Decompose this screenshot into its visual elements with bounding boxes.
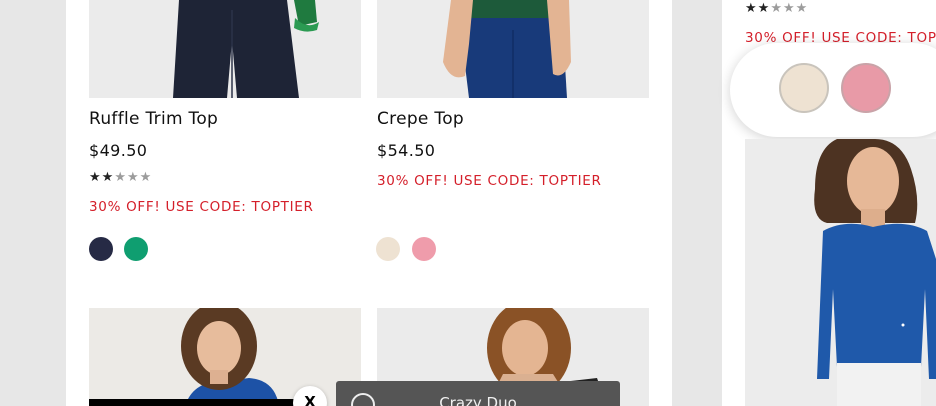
rating-stars: ★★★★★ [89, 170, 152, 185]
rating-stars-filled: ★★ [745, 1, 771, 16]
rating-stars-empty: ★★★ [114, 170, 153, 185]
rating-stars-empty: ★★★ [770, 1, 809, 16]
color-swatch-navy[interactable] [89, 237, 113, 261]
color-swatch-pink[interactable] [412, 237, 436, 261]
product-image[interactable] [745, 139, 936, 406]
color-swatch-popover [730, 43, 936, 137]
color-swatch-green[interactable] [124, 237, 148, 261]
product-title[interactable]: Crepe Top [377, 109, 464, 129]
product-title[interactable]: Ruffle Trim Top [89, 109, 218, 129]
product-price: $54.50 [377, 141, 436, 160]
crazy-duo-toast[interactable]: Crazy Duo [336, 381, 620, 406]
promo-text: 30% OFF! USE CODE: TOPTIER [377, 173, 602, 189]
rating-stars-filled: ★★ [89, 170, 115, 185]
color-swatch-ivory[interactable] [376, 237, 400, 261]
rating-stars: ★★★★★ [745, 1, 808, 16]
product-price: $49.50 [89, 141, 148, 160]
product-image-crepe-top[interactable] [377, 0, 649, 98]
toast-label: Crazy Duo [439, 394, 517, 406]
color-swatch-pink[interactable] [841, 63, 891, 113]
color-swatch-ivory[interactable] [779, 63, 829, 113]
promo-text: 30% OFF! USE CODE: TOPTIER [89, 199, 314, 215]
product-image-ruffle-trim-top[interactable] [89, 0, 361, 98]
video-bar [89, 399, 309, 406]
